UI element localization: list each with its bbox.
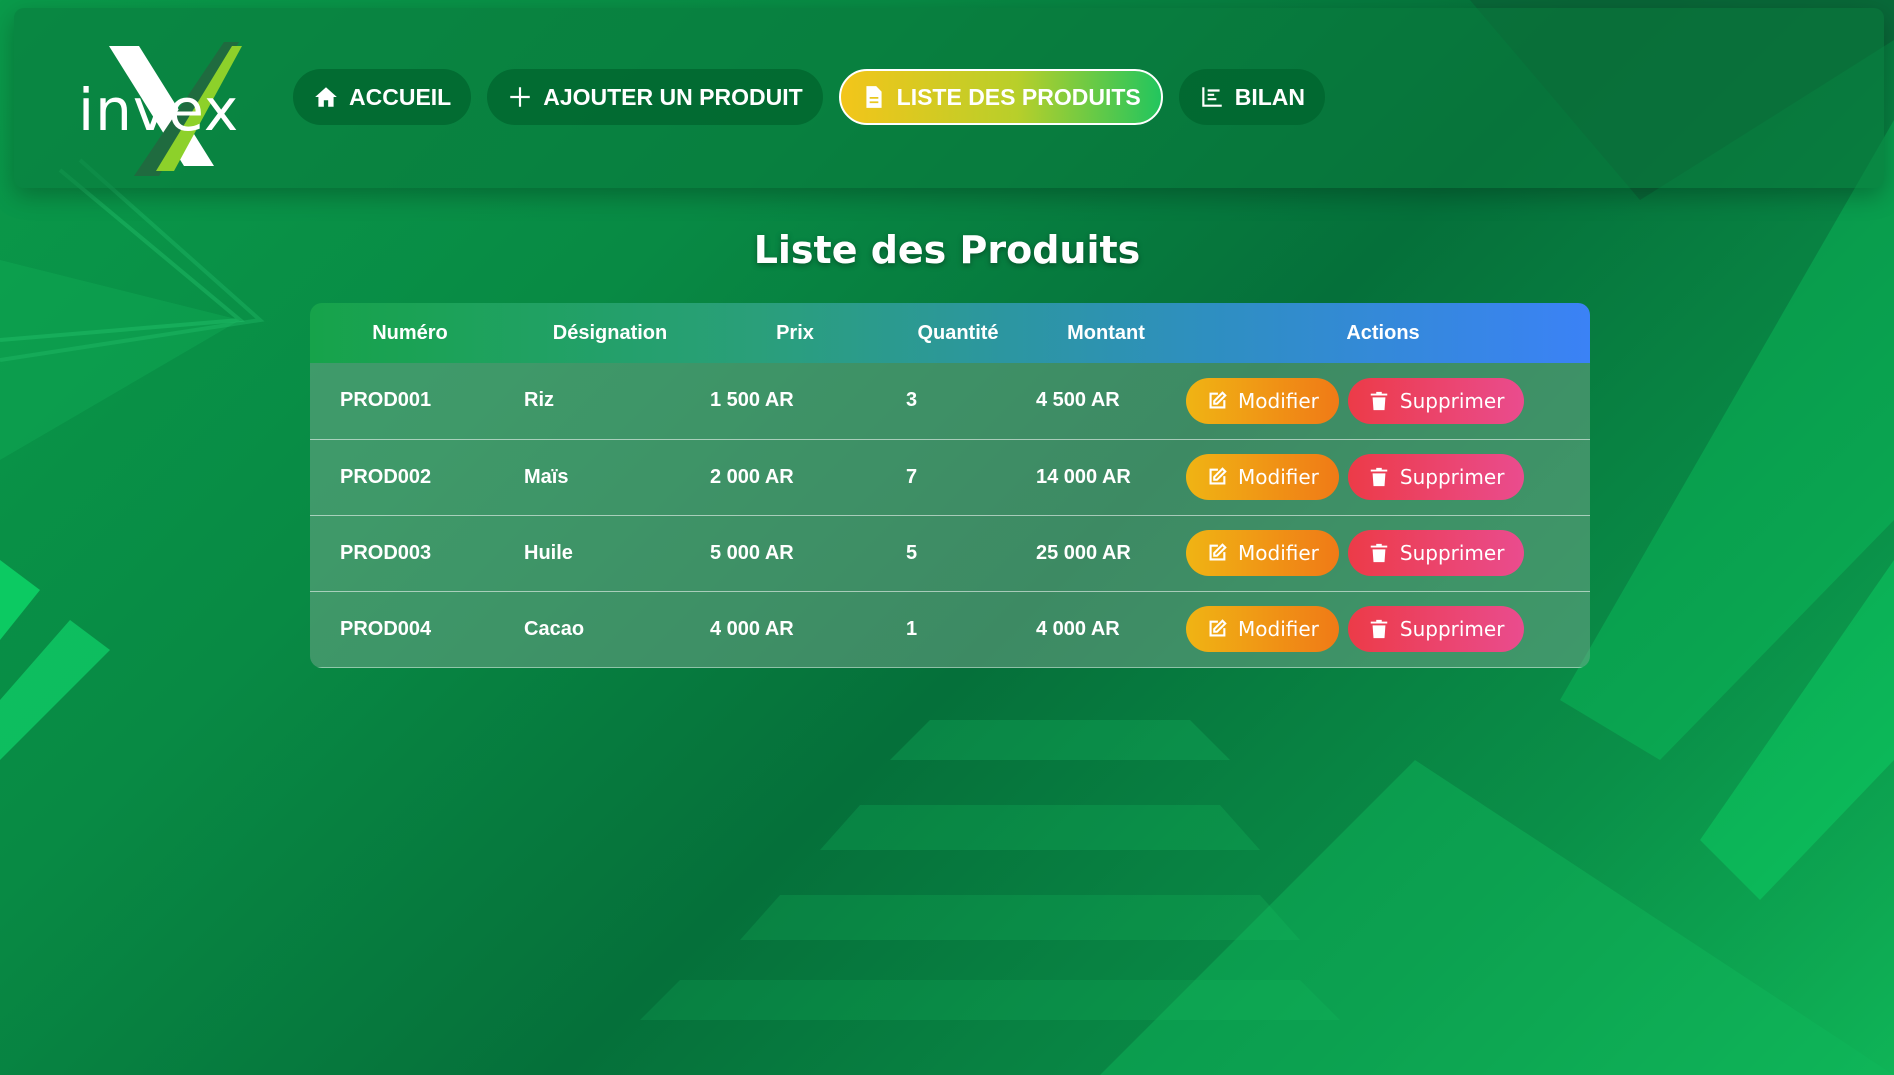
modifier-button[interactable]: Modifier [1186,377,1339,424]
nav-bilan[interactable]: BILAN [1178,69,1326,125]
invex-logo[interactable]: invex [64,36,264,181]
nav-bilan-label: BILAN [1234,83,1306,110]
supprimer-label: Supprimer [1399,541,1505,565]
cell-actions: Modifier Supprimer [1176,439,1590,515]
supprimer-label: Supprimer [1399,388,1505,413]
cell-quantite: 3 [906,389,918,412]
supprimer-button[interactable]: Supprimer [1347,454,1525,500]
cell-numero: PROD004 [340,617,432,640]
nav-accueil-label: ACCUEIL [349,83,452,110]
trash-icon [1370,467,1388,487]
cell-prix: 5 000 AR [710,541,794,564]
top-navbar: invex ACCUEIL AJOUTER UN PRODUIT LISTE D… [14,8,1884,188]
page-title: Liste des Produits [753,228,1141,272]
trash-icon [1370,619,1388,639]
column-header-numero: Numéro [372,321,448,344]
table-row: PROD002 Maïs 2 000 AR 7 14 000 AR Modifi… [310,439,1590,515]
cell-designation: Cacao [524,617,585,640]
cell-numero: PROD001 [340,389,432,412]
cell-montant: 14 000 AR [1036,465,1131,488]
edit-icon [1209,619,1227,637]
modifier-button[interactable]: Modifier [1186,606,1339,652]
cell-designation: Huile [524,541,573,564]
trash-icon [1370,391,1388,410]
main-menu: ACCUEIL AJOUTER UN PRODUIT LISTE DES PRO… [293,69,1326,125]
cell-quantite: 7 [906,465,918,488]
edit-icon [1209,467,1227,485]
plus-icon [510,87,530,107]
home-icon [315,87,337,107]
column-header-prix: Prix [776,321,814,344]
modifier-label: Modifier [1238,388,1319,413]
modifier-button[interactable]: Modifier [1186,454,1339,500]
chart-icon [1201,87,1222,107]
supprimer-button[interactable]: Supprimer [1347,606,1525,652]
trash-icon [1370,543,1388,563]
supprimer-button[interactable]: Supprimer [1347,530,1525,576]
edit-icon [1209,391,1227,409]
cell-prix: 1 500 AR [710,389,794,412]
nav-liste-produits-label: LISTE DES PRODUITS [896,83,1141,110]
cell-actions: Modifier Supprimer [1176,515,1590,591]
cell-montant: 25 000 AR [1036,541,1131,564]
products-table: Numéro Désignation Prix Quantité Montant… [310,303,1590,668]
table-row: PROD001 Riz 1 500 AR 3 4 500 AR Modifier… [310,363,1590,439]
cell-designation: Riz [524,389,554,412]
cell-quantite: 1 [906,617,918,640]
edit-icon [1209,543,1227,561]
supprimer-label: Supprimer [1399,465,1505,489]
cell-numero: PROD003 [340,541,432,564]
cell-prix: 4 000 AR [710,617,794,640]
logo-text: invex [78,76,240,144]
table-row: PROD003 Huile 5 000 AR 5 25 000 AR Modif… [310,515,1590,591]
nav-ajouter-produit-label: AJOUTER UN PRODUIT [543,83,803,110]
modifier-label: Modifier [1238,541,1319,565]
file-icon [866,86,882,108]
column-header-actions: Actions [1346,321,1420,344]
cell-numero: PROD002 [340,465,432,488]
modifier-label: Modifier [1238,465,1319,489]
cell-montant: 4 500 AR [1036,389,1120,412]
column-header-quantite: Quantité [917,321,999,344]
table-header-row: Numéro Désignation Prix Quantité Montant… [310,303,1590,363]
cell-quantite: 5 [906,541,918,564]
cell-designation: Maïs [524,465,569,488]
cell-actions: Modifier Supprimer [1176,591,1590,667]
cell-prix: 2 000 AR [710,465,794,488]
column-header-montant: Montant [1067,321,1145,344]
table-row: PROD004 Cacao 4 000 AR 1 4 000 AR Modifi… [310,591,1590,667]
supprimer-button[interactable]: Supprimer [1347,377,1525,424]
cell-actions: Modifier Supprimer [1176,363,1590,439]
nav-accueil[interactable]: ACCUEIL [293,69,472,125]
modifier-label: Modifier [1238,617,1319,641]
nav-liste-produits[interactable]: LISTE DES PRODUITS [838,69,1163,125]
modifier-button[interactable]: Modifier [1186,530,1339,576]
cell-montant: 4 000 AR [1036,617,1120,640]
column-header-designation: Désignation [552,321,668,344]
supprimer-label: Supprimer [1399,617,1505,641]
nav-ajouter-produit[interactable]: AJOUTER UN PRODUIT [487,69,823,125]
